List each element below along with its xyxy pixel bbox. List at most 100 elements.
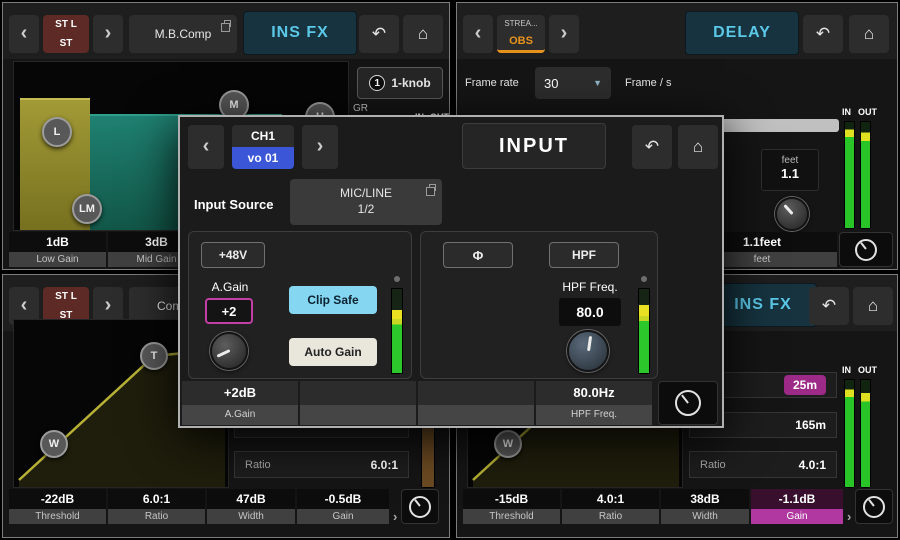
home-button[interactable]: ⌂ xyxy=(678,125,718,169)
phase-button[interactable]: Φ xyxy=(443,242,513,268)
footer-cell-threshold[interactable]: -15dB Threshold xyxy=(463,489,560,524)
channel-badge[interactable]: CH1 vo 01 xyxy=(232,125,294,169)
footer-cell-ratio[interactable]: 6.0:1 Ratio xyxy=(108,489,205,524)
footer-label: Threshold xyxy=(9,509,106,524)
footer-cell-again[interactable]: +2dB A.Gain xyxy=(182,381,298,425)
footer-value xyxy=(300,381,416,405)
channel-name-line1: ST L xyxy=(43,15,89,34)
one-knob-icon: 1 xyxy=(369,75,385,91)
footer-cell-width[interactable]: 38dB Width xyxy=(661,489,749,524)
footer-cell-low-gain[interactable]: 1dB Low Gain xyxy=(9,232,106,267)
next-page-icon[interactable]: › xyxy=(847,509,851,524)
undo-button[interactable]: ↶ xyxy=(803,15,843,53)
undo-icon: ↶ xyxy=(645,137,659,157)
peak-led xyxy=(641,276,647,282)
footer-value: +2dB xyxy=(182,381,298,405)
undo-button[interactable]: ↶ xyxy=(809,287,849,325)
footer-cell-3[interactable] xyxy=(418,381,534,425)
one-knob-button[interactable]: 1 1-knob xyxy=(357,67,443,99)
again-knob[interactable] xyxy=(210,332,248,370)
footer-value: 1dB xyxy=(9,232,106,252)
footer-cell-2[interactable] xyxy=(300,381,416,425)
footer-label: A.Gain xyxy=(182,405,298,425)
footer-value: 80.0Hz xyxy=(536,381,652,405)
tab-ins-fx[interactable]: INS FX xyxy=(709,283,817,327)
width-knob[interactable]: W xyxy=(494,430,522,458)
analog-gain-section: +48V A.Gain +2 Clip Safe Auto Gain xyxy=(188,231,412,379)
footer-cell-hpf[interactable]: 80.0Hz HPF Freq. xyxy=(536,381,652,425)
param-row-ratio[interactable]: Ratio 6.0:1 xyxy=(234,451,409,478)
next-channel-button[interactable]: › xyxy=(549,15,579,53)
home-icon: ⌂ xyxy=(693,137,703,157)
dialog-footer: +2dB A.Gain 80.0Hz HPF Freq. xyxy=(182,381,654,425)
hpf-knob[interactable] xyxy=(567,330,609,372)
undo-button[interactable]: ↶ xyxy=(632,125,672,169)
footer-value: 47dB xyxy=(207,489,295,509)
chevron-left-icon: ‹ xyxy=(21,23,28,45)
undo-icon: ↶ xyxy=(816,24,830,44)
tab-ins-fx[interactable]: INS FX xyxy=(243,11,357,55)
auto-gain-button[interactable]: Auto Gain xyxy=(289,338,377,366)
footer-value: 6.0:1 xyxy=(108,489,205,509)
hpf-freq-value-box[interactable]: 80.0 xyxy=(559,298,621,326)
out-label: OUT xyxy=(858,365,877,375)
channel-badge[interactable]: ST L ST xyxy=(43,15,89,53)
again-meter xyxy=(391,288,403,374)
prev-channel-button[interactable]: ‹ xyxy=(9,15,39,53)
distance-value: 1.1 xyxy=(762,166,818,181)
threshold-knob[interactable]: T xyxy=(140,342,168,370)
distance-value-box[interactable]: feet 1.1 xyxy=(761,149,819,191)
footer-cell-gain[interactable]: -0.5dB Gain xyxy=(297,489,389,524)
touch-knob-box[interactable] xyxy=(855,489,893,524)
next-channel-button[interactable]: › xyxy=(93,15,123,53)
footer-cell-threshold[interactable]: -22dB Threshold xyxy=(9,489,106,524)
footer-label: HPF Freq. xyxy=(536,405,652,425)
again-value-box[interactable]: +2 xyxy=(205,298,253,324)
peak-led xyxy=(394,276,400,282)
hpf-meter xyxy=(638,288,650,374)
chevron-right-icon: › xyxy=(317,136,324,158)
footer-label: Low Gain xyxy=(9,252,106,267)
footer-label: Width xyxy=(661,509,749,524)
distance-unit: feet xyxy=(762,155,818,166)
chevron-right-icon: › xyxy=(105,23,112,45)
footer-label: Ratio xyxy=(108,509,205,524)
touch-knob-box[interactable] xyxy=(401,489,439,524)
band-knob-low[interactable]: L xyxy=(42,117,72,147)
param-value: 165m xyxy=(795,418,826,432)
prev-channel-button[interactable]: ‹ xyxy=(463,15,493,53)
touch-knob-box[interactable] xyxy=(658,381,718,425)
next-page-icon[interactable]: › xyxy=(393,509,397,524)
hpf-button[interactable]: HPF xyxy=(549,242,619,268)
undo-icon: ↶ xyxy=(822,296,836,316)
undo-button[interactable]: ↶ xyxy=(359,15,399,53)
channel-badge[interactable]: STREA... OBS xyxy=(497,15,545,53)
delay-knob[interactable] xyxy=(775,197,809,231)
frame-unit-label: Frame / s xyxy=(625,77,671,89)
footer-cell-width[interactable]: 47dB Width xyxy=(207,489,295,524)
width-knob[interactable]: W xyxy=(40,430,68,458)
input-source-line1: MIC/LINE xyxy=(340,186,392,202)
next-channel-button[interactable]: › xyxy=(302,125,338,169)
knob-icon xyxy=(675,390,701,416)
prev-channel-button[interactable]: ‹ xyxy=(188,125,224,169)
preset-name: M.B.Comp xyxy=(155,27,212,41)
input-source-button[interactable]: MIC/LINE 1/2 xyxy=(290,179,442,225)
clip-safe-button[interactable]: Clip Safe xyxy=(289,286,377,314)
frame-rate-select[interactable]: 30 ▼ xyxy=(535,67,611,99)
phantom-48v-button[interactable]: +48V xyxy=(201,242,265,268)
tab-delay[interactable]: DELAY xyxy=(685,11,799,55)
param-row-ratio[interactable]: Ratio 4.0:1 xyxy=(689,451,837,478)
param-value: 4.0:1 xyxy=(799,458,826,472)
in-meter xyxy=(844,121,855,229)
preset-name-box[interactable]: M.B.Comp xyxy=(129,15,237,53)
band-knob-lowmid[interactable]: LM xyxy=(72,194,102,224)
footer-cell-gain[interactable]: -1.1dB Gain xyxy=(751,489,843,524)
home-button[interactable]: ⌂ xyxy=(849,15,889,53)
footer-cell-ratio[interactable]: 4.0:1 Ratio xyxy=(562,489,659,524)
home-button[interactable]: ⌂ xyxy=(853,287,893,325)
input-dialog: ‹ CH1 vo 01 › INPUT ↶ ⌂ Input Source MIC… xyxy=(178,115,724,428)
channel-name-line1: STREA... xyxy=(497,15,545,33)
home-button[interactable]: ⌂ xyxy=(403,15,443,53)
touch-knob-box[interactable] xyxy=(839,232,893,267)
